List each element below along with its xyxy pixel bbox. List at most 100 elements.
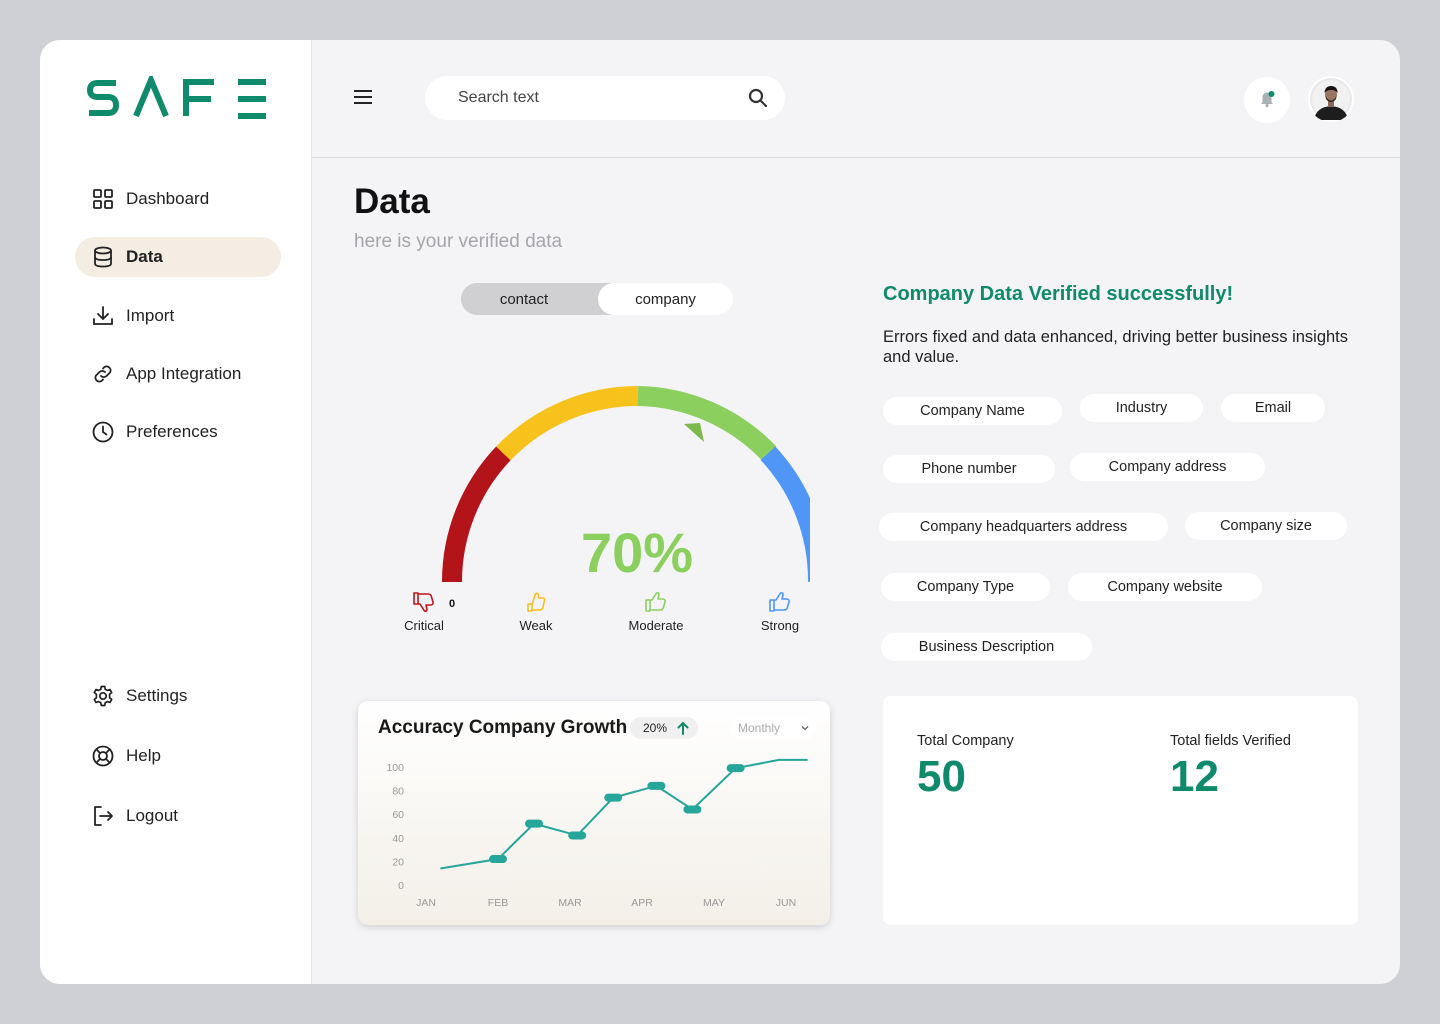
- page-subtitle: here is your verified data: [354, 231, 563, 252]
- gauge-segment-strong: [760, 446, 810, 583]
- legend-label: Weak: [519, 618, 553, 633]
- search-icon[interactable]: [747, 87, 769, 109]
- verification-description: Errors fixed and data enhanced, driving …: [883, 328, 1349, 366]
- x-tick-label: FEB: [488, 897, 508, 909]
- legend-moderate: Moderate: [616, 590, 696, 633]
- series-line: [440, 758, 808, 870]
- sidebar: Dashboard Data Import App Integration Pr…: [40, 40, 312, 984]
- field-chip: Company website: [1068, 573, 1262, 601]
- download-icon: [93, 306, 113, 325]
- legend-weak: Weak: [496, 590, 576, 633]
- thumb-sideways-icon: [527, 592, 546, 612]
- toggle-company[interactable]: company: [598, 283, 733, 315]
- thumbs-down-icon: [413, 592, 434, 613]
- field-chip: Company headquarters address: [879, 513, 1168, 541]
- search-bar: [425, 76, 785, 120]
- data-point[interactable]: [525, 819, 543, 828]
- sidebar-item-preferences[interactable]: Preferences: [75, 412, 281, 452]
- gauge-value: 70%: [581, 521, 693, 584]
- y-tick-label: 60: [392, 809, 404, 821]
- data-point[interactable]: [489, 855, 507, 864]
- gauge-needle-marker: [684, 423, 704, 442]
- field-chip: Email: [1221, 394, 1325, 422]
- field-chip: Company Type: [881, 573, 1050, 601]
- sidebar-item-label: App Integration: [126, 364, 242, 383]
- x-tick-label: MAR: [558, 897, 582, 909]
- stat-value-total-fields: 12: [1170, 752, 1219, 801]
- data-point[interactable]: [726, 764, 745, 773]
- sidebar-item-settings[interactable]: Settings: [75, 676, 281, 716]
- sidebar-item-label: Settings: [126, 686, 188, 705]
- stat-label-total-company: Total Company: [917, 733, 1014, 749]
- hamburger-menu-icon[interactable]: [352, 86, 374, 108]
- legend-label: Critical: [404, 618, 444, 633]
- sidebar-item-label: Dashboard: [126, 189, 210, 208]
- app-window: Dashboard Data Import App Integration Pr…: [40, 40, 1400, 984]
- growth-badge-value: 20%: [643, 721, 668, 735]
- lifebuoy-icon: [92, 745, 114, 767]
- field-chip: Business Description: [881, 633, 1092, 661]
- x-tick-label: JAN: [416, 897, 436, 909]
- toggle-contact[interactable]: contact: [461, 283, 587, 315]
- thumbs-up-icon: [645, 591, 666, 612]
- database-icon: [94, 246, 112, 268]
- legend-critical: Critical: [384, 590, 464, 633]
- sidebar-item-app-integration[interactable]: App Integration: [75, 354, 281, 394]
- field-chip: Phone number: [883, 455, 1055, 483]
- field-chip: Company size: [1185, 512, 1347, 540]
- link-icon: [94, 365, 112, 383]
- data-point[interactable]: [568, 831, 587, 840]
- data-point[interactable]: [647, 781, 666, 790]
- stat-label-total-fields: Total fields Verified: [1170, 733, 1291, 749]
- x-tick-label: APR: [631, 897, 653, 909]
- period-select-value: Monthly: [738, 721, 781, 735]
- sidebar-item-label: Logout: [126, 806, 178, 825]
- y-tick-label: 80: [392, 786, 404, 798]
- y-tick-label: 100: [386, 762, 404, 774]
- x-tick-label: JUN: [776, 897, 796, 909]
- y-tick-label: 40: [392, 833, 404, 845]
- sidebar-item-label: Import: [126, 306, 175, 325]
- sidebar-item-logout[interactable]: Logout: [75, 796, 281, 836]
- verification-title: Company Data Verified successfully!: [883, 283, 1234, 305]
- clock-icon: [92, 421, 114, 443]
- chart-title: Accuracy Company Growth: [378, 717, 628, 738]
- sidebar-item-help[interactable]: Help: [75, 736, 281, 776]
- arrow-up-icon: [677, 721, 689, 735]
- y-tick-label: 20: [392, 856, 404, 868]
- legend-label: Strong: [760, 618, 800, 633]
- legend-label: Moderate: [628, 618, 684, 633]
- search-input[interactable]: [425, 76, 725, 120]
- thumbs-up-icon: [769, 591, 790, 612]
- y-tick-label: 0: [398, 880, 404, 892]
- gauge-segment-weak: [496, 385, 639, 461]
- notifications-button[interactable]: [1244, 77, 1290, 123]
- contact-company-toggle: contact company: [461, 283, 733, 315]
- sidebar-item-data[interactable]: Data: [75, 237, 281, 277]
- chevron-down-icon: [801, 726, 809, 731]
- gear-icon: [93, 685, 113, 707]
- safe-logo: [86, 76, 266, 119]
- page-title: Data: [354, 182, 430, 221]
- legend-strong: Strong: [740, 590, 820, 633]
- gauge-segment-critical: [441, 446, 511, 583]
- accuracy-chart-card: Accuracy Company Growth 20% Monthly 100 8…: [358, 701, 830, 925]
- sidebar-item-import[interactable]: Import: [75, 296, 281, 336]
- sidebar-item-label: Data: [126, 247, 163, 266]
- data-point[interactable]: [604, 793, 623, 802]
- x-tick-label: MAY: [703, 897, 725, 909]
- bell-icon: [1261, 91, 1275, 108]
- avatar[interactable]: [1308, 76, 1354, 122]
- line-chart: 100 80 60 40 20 0 JAN FEB MAR APR MAY JUN: [386, 758, 808, 909]
- sidebar-item-label: Help: [126, 746, 161, 765]
- stats-card: Total Company 50 Total fields Verified 1…: [883, 696, 1358, 925]
- period-select[interactable]: Monthly: [730, 717, 816, 739]
- user-photo-icon: [1310, 78, 1352, 120]
- logout-icon: [94, 806, 113, 826]
- field-chip: Company address: [1070, 453, 1265, 481]
- field-chip: Company Name: [883, 397, 1062, 425]
- sidebar-item-dashboard[interactable]: Dashboard: [75, 179, 281, 219]
- topbar: [312, 40, 1400, 158]
- data-point[interactable]: [683, 805, 702, 814]
- gauge-segment-moderate: [637, 386, 777, 461]
